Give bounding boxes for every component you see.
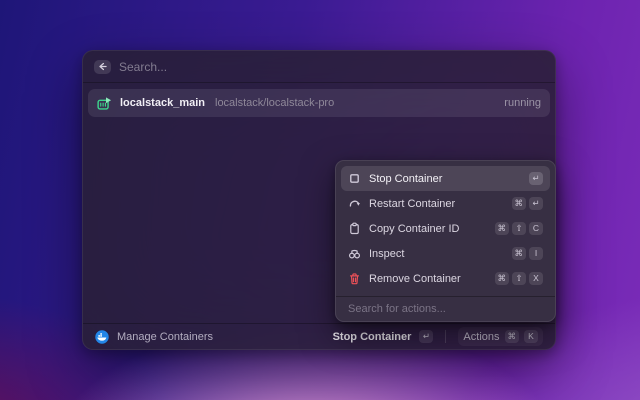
- actions-search: [336, 297, 555, 321]
- key-return: ↵: [529, 172, 543, 185]
- restart-icon: [348, 197, 361, 210]
- key-k: K: [524, 330, 538, 343]
- container-name: localstack_main: [120, 97, 205, 109]
- container-list-item[interactable]: localstack_main localstack/localstack-pr…: [88, 89, 550, 117]
- key-shift: ⇧: [512, 272, 526, 285]
- arrow-left-icon: [97, 61, 108, 72]
- primary-action-label[interactable]: Stop Container: [333, 331, 412, 343]
- key-x: X: [529, 272, 543, 285]
- key-shift: ⇧: [512, 222, 526, 235]
- actions-panel-list: Stop Container ↵ Restart Container ⌘ ↵: [336, 161, 555, 296]
- action-label: Remove Container: [369, 273, 461, 285]
- key-return: ↵: [529, 197, 543, 210]
- key-i: I: [529, 247, 543, 260]
- action-restart-container[interactable]: Restart Container ⌘ ↵: [341, 191, 550, 216]
- action-inspect[interactable]: Inspect ⌘ I: [341, 241, 550, 266]
- binoculars-icon: [348, 247, 361, 260]
- key-cmd: ⌘: [505, 330, 520, 343]
- back-button[interactable]: [94, 60, 111, 74]
- key-cmd: ⌘: [512, 247, 527, 260]
- action-label: Restart Container: [369, 198, 455, 210]
- extension-name: Manage Containers: [117, 331, 213, 343]
- key-cmd: ⌘: [512, 197, 527, 210]
- docker-whale-icon: [95, 330, 109, 344]
- results-list: localstack_main localstack/localstack-pr…: [83, 83, 555, 117]
- clipboard-icon: [348, 222, 361, 235]
- actions-search-input[interactable]: [348, 303, 543, 315]
- action-remove-container[interactable]: Remove Container ⌘ ⇧ X: [341, 266, 550, 291]
- footer-bar: Manage Containers Stop Container ↵ Actio…: [83, 323, 555, 349]
- footer-divider: [445, 330, 446, 343]
- container-running-icon: [97, 96, 112, 111]
- search-input[interactable]: [119, 60, 544, 74]
- action-label: Stop Container: [369, 173, 442, 185]
- action-label: Copy Container ID: [369, 223, 460, 235]
- key-return: ↵: [419, 330, 433, 343]
- actions-button-label: Actions: [463, 331, 499, 343]
- trash-icon: [348, 272, 361, 285]
- stop-icon: [348, 172, 361, 185]
- key-c: C: [529, 222, 543, 235]
- container-image: localstack/localstack-pro: [215, 97, 334, 109]
- actions-panel: Stop Container ↵ Restart Container ⌘ ↵: [335, 160, 556, 322]
- key-cmd: ⌘: [495, 272, 510, 285]
- container-status: running: [504, 97, 541, 109]
- key-cmd: ⌘: [495, 222, 510, 235]
- action-copy-container-id[interactable]: Copy Container ID ⌘ ⇧ C: [341, 216, 550, 241]
- actions-button[interactable]: Actions ⌘ K: [458, 327, 543, 346]
- search-bar: [83, 51, 555, 83]
- action-label: Inspect: [369, 248, 404, 260]
- action-stop-container[interactable]: Stop Container ↵: [341, 166, 550, 191]
